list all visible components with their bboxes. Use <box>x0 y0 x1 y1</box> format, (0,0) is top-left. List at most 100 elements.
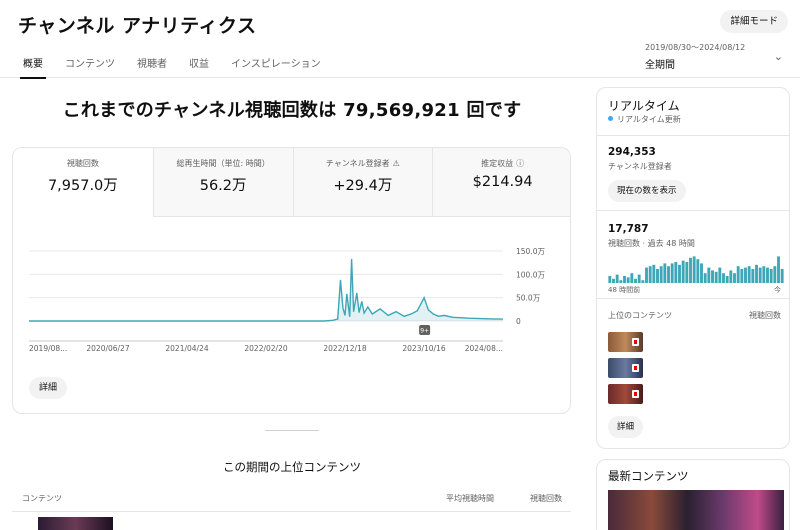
y-tick-label: 0 <box>516 317 521 326</box>
section-divider <box>265 430 319 431</box>
latest-video-thumbnail[interactable] <box>608 490 784 530</box>
x-tick-label: 2021/04/24 <box>165 344 208 353</box>
tab-revenue[interactable]: 収益 <box>178 48 220 78</box>
realtime-bar <box>608 276 612 283</box>
realtime-bar <box>678 264 681 283</box>
realtime-bar-chart[interactable] <box>608 253 784 283</box>
realtime-bar <box>707 267 711 283</box>
realtime-bar <box>656 269 659 283</box>
date-range-text: 2019/08/30～2024/08/12 <box>645 43 746 52</box>
realtime-bar <box>744 267 747 283</box>
realtime-bar <box>725 276 729 283</box>
top-content-table-header: コンテンツ 平均視聴時間 視聴回数 <box>12 488 571 512</box>
realtime-views-count: 17,787 <box>608 223 649 235</box>
realtime-bar <box>758 267 762 283</box>
tab-overview[interactable]: 概要 <box>12 48 54 79</box>
realtime-bar <box>762 266 766 283</box>
shorts-icon <box>632 390 639 398</box>
realtime-bar <box>722 273 725 283</box>
tab-bar: 概要 コンテンツ 視聴者 収益 インスピレーション <box>12 48 332 79</box>
metric-subscribers[interactable]: チャンネル登録者 ⚠ +29.4万 <box>292 148 433 217</box>
analytics-header: チャンネル アナリティクス 詳細モード 概要 コンテンツ 視聴者 収益 インスピ… <box>0 0 800 79</box>
latest-content-title: 最新コンテンツ <box>608 469 689 483</box>
y-tick-label: 100.0万 <box>516 270 545 279</box>
realtime-bar <box>766 267 769 283</box>
show-current-count-button[interactable]: 現在の数を表示 <box>608 180 686 202</box>
info-icon: ⓘ <box>516 159 525 168</box>
divider <box>597 298 789 299</box>
divider <box>597 135 789 136</box>
realtime-bar <box>711 270 714 283</box>
realtime-bar <box>634 278 637 283</box>
chevron-down-icon[interactable]: ⌄ <box>774 50 783 63</box>
realtime-bar <box>700 263 703 283</box>
column-header-avg-duration[interactable]: 平均視聴時間 <box>446 493 494 504</box>
realtime-bar <box>670 263 674 283</box>
column-header-views[interactable]: 視聴回数 <box>530 493 562 504</box>
realtime-bar <box>612 278 615 283</box>
subscriber-label: チャンネル登録者 <box>608 162 672 171</box>
metric-value: 56.2万 <box>199 178 247 194</box>
shorts-icon <box>632 338 639 346</box>
realtime-views-label: 視聴回数 · 過去 48 時間 <box>608 239 695 248</box>
realtime-bar <box>733 273 736 283</box>
subscriber-count: 294,353 <box>608 146 656 158</box>
realtime-bar <box>619 280 623 283</box>
realtime-bar <box>740 269 744 283</box>
realtime-bar <box>648 266 652 283</box>
realtime-bar <box>615 274 619 283</box>
top-video-thumbnail-2[interactable] <box>608 358 643 378</box>
realtime-subtitle: リアルタイム更新 <box>608 114 681 125</box>
realtime-bar <box>703 273 707 283</box>
x-tick-label: 2022/02/20 <box>244 344 287 353</box>
tab-audience[interactable]: 視聴者 <box>126 48 178 78</box>
realtime-bar <box>747 266 751 283</box>
tab-inspiration[interactable]: インスピレーション <box>220 48 332 78</box>
realtime-detail-button[interactable]: 詳細 <box>608 416 644 438</box>
x-tick-label: 2019/08... <box>29 344 67 353</box>
metric-label: チャンネル登録者 ⚠ <box>294 158 433 169</box>
realtime-card: リアルタイム リアルタイム更新 294,353 チャンネル登録者 現在の数を表示… <box>596 87 790 449</box>
top-video-thumbnail-3[interactable] <box>608 384 643 404</box>
warning-icon: ⚠ <box>392 159 400 168</box>
realtime-bar <box>714 271 718 283</box>
x-tick-label: 2023/10/16 <box>402 344 445 353</box>
series-line <box>29 258 504 322</box>
y-tick-label: 50.0万 <box>516 294 541 303</box>
top-content-views-label: 視聴回数 <box>749 311 781 320</box>
metric-views[interactable]: 視聴回数 7,957.0万 <box>13 148 153 217</box>
realtime-bar <box>663 263 667 283</box>
realtime-bar <box>641 280 645 283</box>
shorts-icon <box>632 364 639 372</box>
period-label: 全期間 <box>645 60 675 71</box>
metric-revenue[interactable]: 推定収益 ⓘ $214.94 <box>432 148 570 217</box>
realtime-bar <box>777 256 780 283</box>
metric-watch-time[interactable]: 総再生時間（単位: 時間） 56.2万 <box>152 148 293 217</box>
total-views-headline: これまでのチャンネル視聴回数は 79,569,921 回です <box>62 100 522 121</box>
realtime-bar <box>729 270 733 283</box>
page-title: チャンネル アナリティクス <box>18 15 257 37</box>
date-range-selector[interactable]: 2019/08/30～2024/08/12 全期間 <box>645 42 745 71</box>
overview-card: 視聴回数 7,957.0万 総再生時間（単位: 時間） 56.2万 チャンネル登… <box>12 147 571 414</box>
top-content-label: 上位のコンテンツ <box>608 311 672 320</box>
video-thumbnail[interactable] <box>38 517 113 530</box>
series-area <box>29 258 503 321</box>
realtime-bar <box>645 267 648 283</box>
top-video-thumbnail-1[interactable] <box>608 332 643 352</box>
realtime-bar <box>674 262 678 283</box>
tab-content[interactable]: コンテンツ <box>54 48 126 78</box>
realtime-bar <box>689 257 692 283</box>
realtime-bar <box>623 276 626 283</box>
column-header-content: コンテンツ <box>22 494 62 503</box>
live-dot-icon <box>608 116 613 121</box>
realtime-bar <box>769 269 773 283</box>
divider <box>597 210 789 211</box>
metric-tabs: 視聴回数 7,957.0万 総再生時間（単位: 時間） 56.2万 チャンネル登… <box>13 148 570 217</box>
views-chart[interactable]: 150.0万 100.0万 50.0万 0 2019/08... 2020/06/27 20… <box>13 218 571 368</box>
overview-detail-button[interactable]: 詳細 <box>29 377 68 399</box>
metric-label-text: 推定収益 <box>481 159 514 168</box>
x-tick-label: 2024/08... <box>465 344 503 353</box>
realtime-title: リアルタイム <box>608 99 680 113</box>
realtime-bar <box>780 269 784 283</box>
detail-mode-button[interactable]: 詳細モード <box>720 10 788 33</box>
